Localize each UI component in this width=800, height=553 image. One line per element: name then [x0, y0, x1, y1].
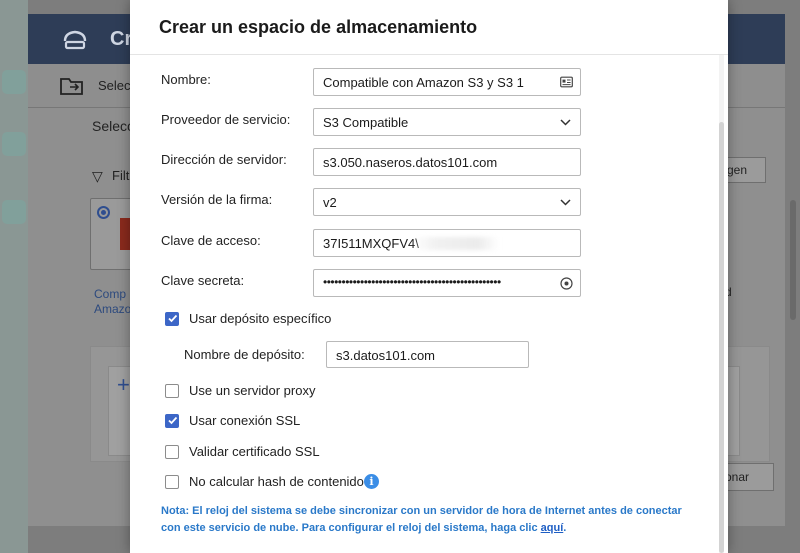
- secret-key-field[interactable]: ••••••••••••••••••••••••••••••••••••••••…: [313, 269, 581, 297]
- folder-transfer-icon: [60, 78, 83, 95]
- signature-version-select[interactable]: v2: [313, 188, 581, 216]
- signature-label: Versión de la firma:: [161, 192, 273, 207]
- bucket-name-value: s3.datos101.com: [336, 348, 436, 363]
- clock-settings-link[interactable]: aquí: [541, 522, 564, 534]
- provider-card-caption: Comp Amazo: [94, 287, 131, 317]
- proxy-label: Use un servidor proxy: [189, 383, 316, 398]
- dialog-scrollbar[interactable]: [719, 122, 724, 553]
- bucket-name-field[interactable]: s3.datos101.com: [326, 341, 529, 368]
- ssl-checkbox[interactable]: [165, 414, 179, 428]
- server-address-field[interactable]: s3.050.naseros.datos101.com: [313, 148, 581, 176]
- desktop-app-icon: [2, 200, 26, 224]
- cloud-storage-icon: [63, 30, 87, 50]
- ssl-label: Usar conexión SSL: [189, 413, 301, 428]
- checkmark-icon: [168, 314, 178, 323]
- background-filter-label: Filt: [112, 168, 130, 183]
- background-app-title: Cr: [110, 28, 133, 50]
- provider-radio: [97, 206, 110, 219]
- validate-cert-label: Validar certificado SSL: [189, 444, 320, 459]
- provider-select[interactable]: S3 Compatible: [313, 108, 581, 136]
- specific-bucket-checkbox[interactable]: [165, 312, 179, 326]
- sync-clock-note: Nota: El reloj del sistema se debe sincr…: [161, 503, 701, 537]
- dialog-title: Crear un espacio de almacenamiento: [159, 17, 478, 37]
- provider-card-caption-line: Comp: [94, 287, 127, 301]
- chevron-down-icon: [560, 119, 571, 126]
- background-toolbar-label: Selec: [98, 78, 131, 93]
- desktop-app-icon: [2, 70, 26, 94]
- name-value: Compatible con Amazon S3 y S3 1: [323, 75, 524, 90]
- add-icon: +: [117, 372, 130, 397]
- access-key-value: 37I511MXQFV4\: [323, 236, 419, 251]
- provider-logo: [120, 218, 130, 250]
- no-hash-checkbox[interactable]: [165, 475, 179, 489]
- desktop-edge: [0, 0, 28, 553]
- proxy-checkbox[interactable]: [165, 384, 179, 398]
- id-card-icon[interactable]: [560, 76, 573, 88]
- name-label: Nombre:: [161, 72, 211, 87]
- provider-card-caption-line: Amazo: [94, 302, 132, 316]
- divider: [130, 54, 728, 55]
- validate-cert-checkbox[interactable]: [165, 445, 179, 459]
- redaction-blur: [413, 237, 499, 250]
- specific-bucket-label: Usar depósito específico: [189, 311, 332, 326]
- server-label: Dirección de servidor:: [161, 152, 287, 167]
- server-value: s3.050.naseros.datos101.com: [323, 155, 498, 170]
- background-scrollbar: [790, 200, 796, 320]
- background-subtitle: Selecc: [92, 118, 135, 134]
- desktop-app-icon: [2, 132, 26, 156]
- signature-value: v2: [323, 195, 337, 210]
- bucket-name-label: Nombre de depósito:: [184, 347, 305, 362]
- access-key-label: Clave de acceso:: [161, 233, 261, 248]
- provider-value: S3 Compatible: [323, 115, 409, 130]
- chevron-down-icon: [560, 199, 571, 206]
- secret-key-value: ••••••••••••••••••••••••••••••••••••••••…: [323, 275, 501, 289]
- access-key-field[interactable]: 37I511MXQFV4\: [313, 229, 581, 257]
- provider-label: Proveedor de servicio:: [161, 112, 291, 127]
- note-end: .: [563, 522, 567, 534]
- create-storage-dialog: Crear un espacio de almacenamiento Nombr…: [130, 0, 728, 553]
- secret-key-label: Clave secreta:: [161, 273, 245, 288]
- info-icon[interactable]: i: [364, 474, 379, 489]
- name-field[interactable]: Compatible con Amazon S3 y S3 1: [313, 68, 581, 96]
- checkmark-icon: [168, 416, 178, 425]
- show-password-icon[interactable]: [560, 277, 573, 290]
- note-text: Nota: El reloj del sistema se debe sincr…: [161, 505, 682, 534]
- filter-icon: ▽: [92, 168, 103, 184]
- no-hash-label: No calcular hash de contenido: [189, 474, 364, 489]
